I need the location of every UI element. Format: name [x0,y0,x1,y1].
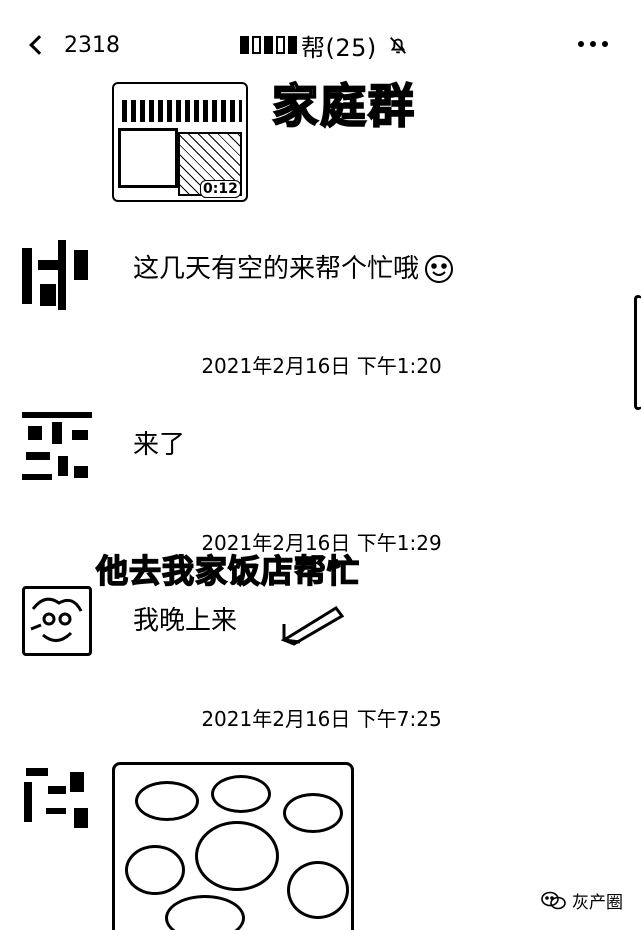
watermark: 灰产圈 [540,888,623,913]
message-text: 来了 [133,430,186,460]
back-button[interactable]: 2318 [22,28,132,62]
hand-drawn-arrow-icon [280,606,345,646]
more-dots-icon [578,41,584,47]
message-bubble[interactable]: 我晚上来 [133,604,237,638]
message-bubble[interactable]: 这几天有空的来帮个忙哦 [133,252,455,286]
avatar[interactable] [22,240,92,310]
image-detail [283,793,343,833]
wechat-icon [541,891,566,909]
message-text: 我晚上来 [133,606,238,636]
more-dot [590,41,596,47]
avatar[interactable] [22,412,92,482]
group-title-area[interactable]: 帮(25) [240,28,409,62]
annotation-family-group: 家庭群 [271,78,416,134]
image-detail [211,775,271,813]
annotation-helper-note: 他去我家饭店帮忙 [95,551,361,591]
image-detail [135,781,199,821]
cartoon-avatar-image [30,597,83,642]
thumbnail-detail [122,100,242,122]
image-detail [195,821,279,891]
chevron-left-icon [29,35,49,55]
group-name-image [240,36,297,54]
image-detail [165,895,245,930]
video-duration-badge: 0:12 [200,180,241,198]
image-detail [287,861,349,919]
unread-count: 2318 [64,32,120,58]
timestamp: 2021年2月16日 下午1:20 [201,354,442,378]
avatar[interactable] [22,762,92,832]
video-message-thumbnail[interactable]: 0:12 [112,82,248,202]
watermark-text: 灰产圈 [572,893,623,913]
group-title: 帮(25) [301,33,377,62]
timestamp: 2021年2月16日 下午7:25 [201,707,442,731]
avatar[interactable] [22,586,92,656]
more-button[interactable] [578,34,618,54]
more-dot [602,41,608,47]
image-message[interactable] [112,762,354,930]
image-detail [125,845,185,895]
message-bubble[interactable]: 来了 [133,428,185,462]
bell-slash-icon [389,37,406,54]
smile-emoji-icon [425,255,454,283]
thumbnail-detail [118,128,178,188]
message-text: 这几天有空的来帮个忙哦 [133,254,420,284]
